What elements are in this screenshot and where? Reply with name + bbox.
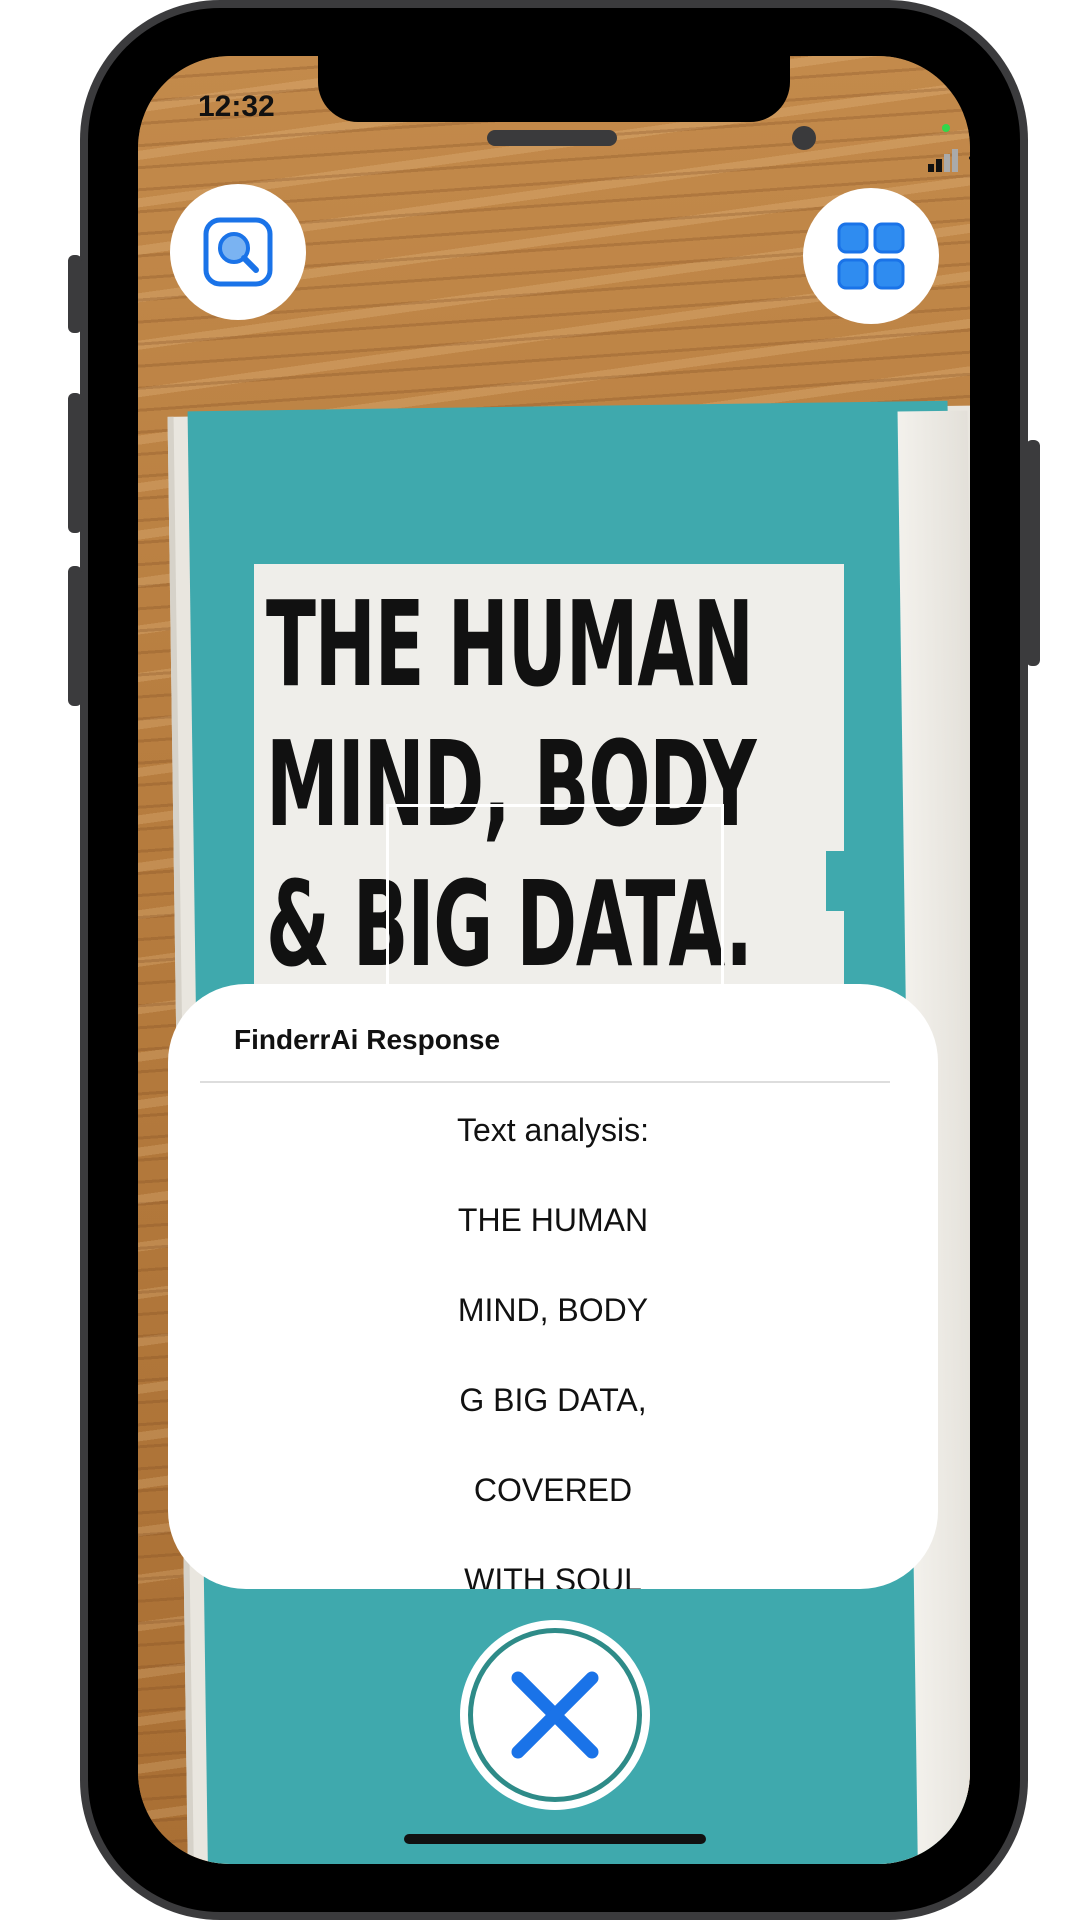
signal-icon <box>928 149 958 172</box>
response-card[interactable]: FinderrAi Response Text analysis: THE HU… <box>168 984 938 1589</box>
response-card-title: FinderrAi Response <box>234 1024 501 1055</box>
front-camera <box>792 126 816 150</box>
divider <box>200 1081 890 1083</box>
search-button[interactable] <box>170 184 306 320</box>
response-line: WITH SOUL <box>464 1562 642 1589</box>
response-line: COVERED <box>473 1472 633 1508</box>
notch <box>318 56 790 122</box>
close-button-ring <box>468 1628 642 1802</box>
response-line: MIND, BODY <box>457 1292 649 1328</box>
response-line: G BIG DATA, <box>459 1382 647 1418</box>
cover-line: THE HUMAN <box>266 575 754 713</box>
grid-icon <box>837 222 905 290</box>
phone-screen: THE HUMAN MIND, BODY & BIG DATA. 12:32 F… <box>138 56 970 1864</box>
camera-in-use-indicator <box>942 124 950 132</box>
response-text: Text analysis: THE HUMAN MIND, BODY G BI… <box>168 1094 938 1589</box>
search-icon <box>203 217 273 287</box>
home-indicator[interactable] <box>404 1834 706 1844</box>
close-icon <box>511 1671 599 1759</box>
mute-switch <box>68 255 82 333</box>
grid-menu-button[interactable] <box>803 188 939 324</box>
power-button <box>1026 440 1040 666</box>
volume-down-button <box>68 566 82 706</box>
close-button[interactable] <box>460 1620 650 1810</box>
speaker-grille <box>487 130 617 146</box>
response-line: THE HUMAN <box>457 1202 649 1238</box>
status-icons <box>928 146 970 176</box>
status-time: 12:32 <box>198 90 275 123</box>
response-line: Text analysis: <box>456 1112 650 1148</box>
volume-up-button <box>68 393 82 533</box>
